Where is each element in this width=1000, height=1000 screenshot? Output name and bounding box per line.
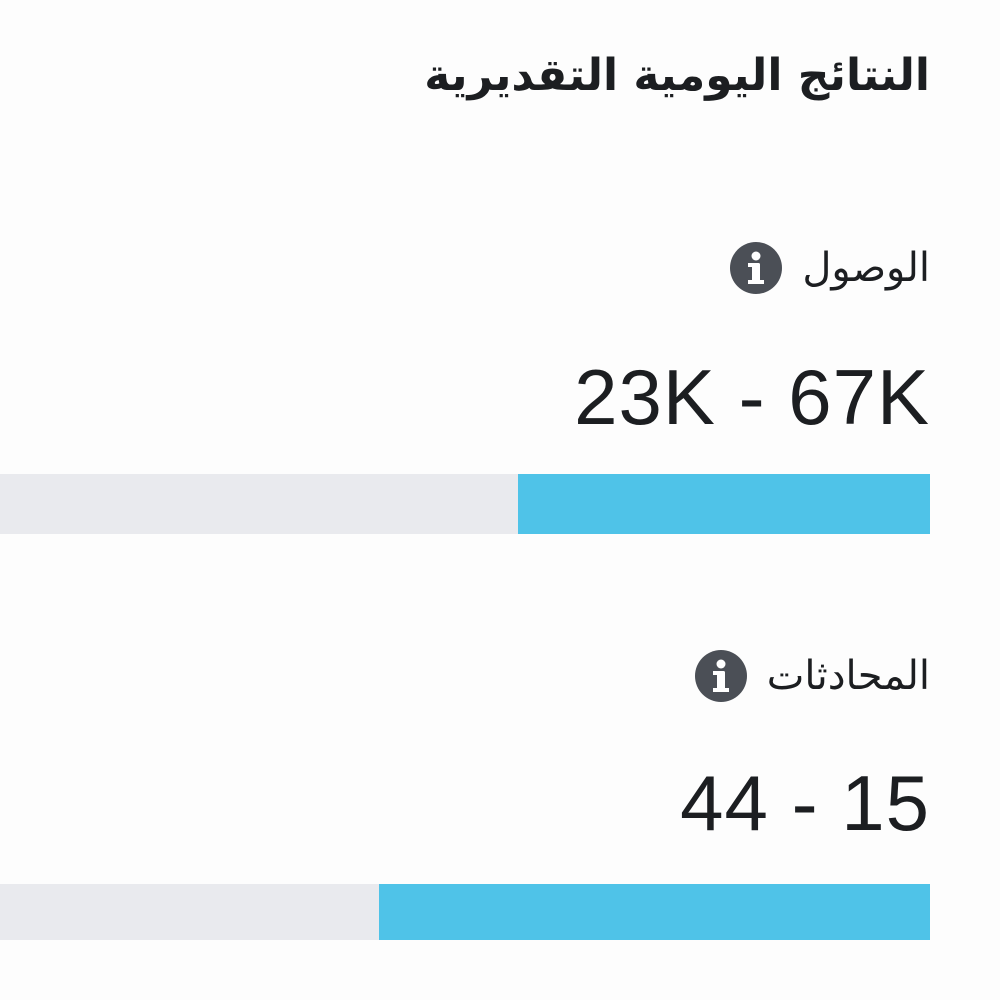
conversations-label: المحادثات — [766, 653, 930, 699]
reach-value: 23K - 67K — [574, 353, 930, 441]
info-icon[interactable] — [728, 240, 784, 296]
reach-label-row: الوصول — [728, 240, 930, 296]
conversations-value: 44 - 15 — [680, 759, 930, 847]
conversations-progress-fill — [379, 884, 930, 940]
reach-progress-fill — [518, 474, 930, 534]
panel-title: النتائج اليومية التقديرية — [424, 50, 930, 101]
conversations-label-row: المحادثات — [693, 648, 930, 704]
reach-label: الوصول — [802, 245, 930, 291]
info-icon[interactable] — [693, 648, 749, 704]
estimated-daily-results-panel: النتائج اليومية التقديرية الوصول 23K - 6… — [0, 0, 1000, 1000]
conversations-progress-bar — [0, 884, 930, 940]
reach-progress-bar — [0, 474, 930, 534]
